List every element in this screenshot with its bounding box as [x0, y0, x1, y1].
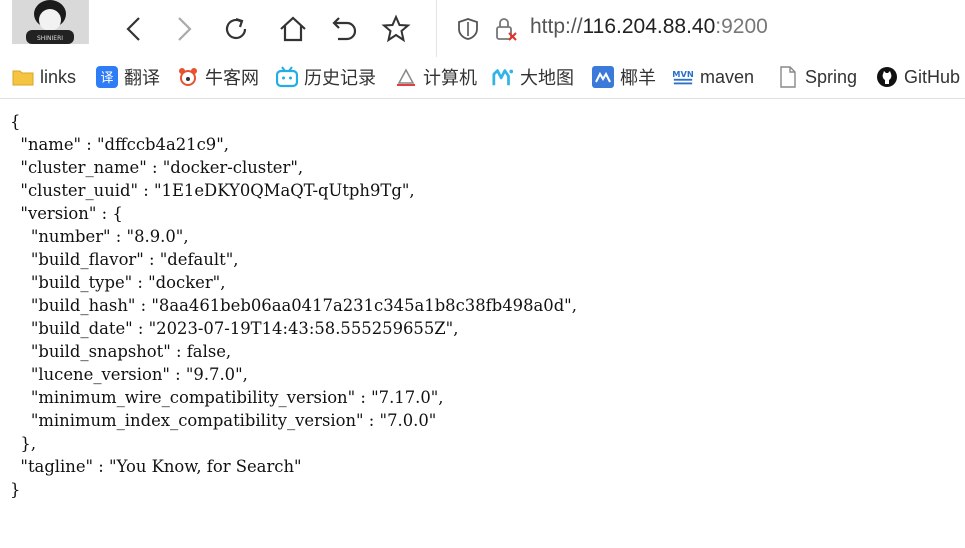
bookmark-label: 翻译 [124, 68, 160, 88]
profile-avatar[interactable]: SHINIERI [12, 0, 89, 44]
json-line: "build_type" : "docker", [10, 273, 226, 292]
url-port: :9200 [715, 15, 768, 38]
forward-icon [178, 17, 192, 41]
json-line: "cluster_uuid" : "1E1eDKY0QMaQT-qUtph9Tg… [10, 181, 415, 200]
bookmark-yeyang[interactable]: 椰羊 [592, 65, 656, 89]
bilibili-icon [276, 66, 298, 88]
json-line: "build_flavor" : "default", [10, 250, 239, 269]
reload-icon [225, 17, 247, 40]
folder-icon [12, 66, 34, 88]
github-icon [876, 66, 898, 88]
json-line: "build_date" : "2023-07-19T14:43:58.5552… [10, 319, 459, 338]
json-response-body: { "name" : "dffccb4a21c9", "cluster_name… [10, 110, 577, 501]
address-bar[interactable]: http://116.204.88.40:9200 [436, 0, 965, 57]
back-icon [126, 17, 140, 41]
bookmark-history[interactable]: 历史记录 [276, 65, 376, 89]
map-icon [492, 66, 514, 88]
bookmark-map[interactable]: 大地图 [492, 65, 574, 89]
page-icon [777, 66, 799, 88]
star-icon [381, 14, 411, 43]
forward-button[interactable] [166, 11, 202, 47]
json-line: "build_hash" : "8aa461beb06aa0417a231c34… [10, 296, 577, 315]
yeyang-icon [592, 66, 614, 88]
json-line: "name" : "dffccb4a21c9", [10, 135, 229, 154]
svg-text:SHINIERI: SHINIERI [37, 35, 63, 42]
svg-text:译: 译 [100, 71, 113, 86]
bookmark-label: 大地图 [520, 68, 574, 88]
bookmark-label: links [40, 66, 77, 87]
bookmark-label: 椰羊 [620, 68, 656, 88]
nowcoder-icon [177, 66, 199, 88]
url-text[interactable]: http://116.204.88.40:9200 [530, 15, 768, 39]
bookmark-links[interactable]: links [12, 65, 76, 89]
json-line: { [10, 112, 21, 131]
url-host: 116.204.88.40 [582, 15, 716, 38]
json-line: "build_snapshot" : false, [10, 342, 232, 361]
bookmark-maven[interactable]: MVN maven [672, 65, 754, 89]
url-scheme: http:// [530, 15, 583, 38]
bookmark-label: 牛客网 [205, 68, 259, 88]
json-line: "version" : { [10, 204, 123, 223]
bookmark-label: 计算机 [423, 68, 477, 88]
home-icon [280, 16, 306, 42]
home-button[interactable] [275, 11, 311, 47]
json-line: "lucene_version" : "9.7.0", [10, 365, 248, 384]
bookmark-star-button[interactable] [378, 11, 414, 47]
bookmark-computer[interactable]: 计算机 [395, 65, 477, 89]
browser-toolbar: SHINIERI http://116.204.88.40:9200 [0, 0, 965, 57]
translate-icon: 译 [96, 66, 118, 88]
computer-icon [395, 66, 417, 88]
svg-text:MVN: MVN [672, 69, 694, 79]
bookmark-spring[interactable]: Spring [777, 65, 857, 89]
bookmark-translate[interactable]: 译 翻译 [96, 65, 160, 89]
json-line: "number" : "8.9.0", [10, 227, 189, 246]
bookmark-label: maven [700, 66, 755, 87]
bookmark-github[interactable]: GitHub [876, 65, 960, 89]
bookmark-label: GitHub [904, 66, 961, 87]
avatar-image: SHINIERI [12, 0, 88, 44]
json-line: } [10, 480, 21, 499]
json-line: "tagline" : "You Know, for Search" [10, 457, 302, 476]
json-line: "minimum_index_compatibility_version" : … [10, 411, 437, 430]
json-line: }, [10, 434, 37, 453]
insecure-lock-icon[interactable] [494, 16, 518, 47]
bookmark-nowcoder[interactable]: 牛客网 [177, 65, 259, 89]
json-line: "cluster_name" : "docker-cluster", [10, 158, 304, 177]
json-line: "minimum_wire_compatibility_version" : "… [10, 388, 444, 407]
undo-icon [332, 17, 357, 41]
shield-icon[interactable] [457, 17, 479, 46]
back-button[interactable] [116, 11, 152, 47]
bookmark-label: Spring [805, 66, 858, 87]
bookmark-label: 历史记录 [304, 68, 376, 88]
undo-button[interactable] [327, 11, 363, 47]
reload-button[interactable] [218, 11, 254, 47]
bookmarks-bar: links 译 翻译 牛客网 历史记录 计算机 大地图 椰羊 MVN maven… [0, 57, 965, 99]
mvn-icon: MVN [672, 66, 694, 88]
